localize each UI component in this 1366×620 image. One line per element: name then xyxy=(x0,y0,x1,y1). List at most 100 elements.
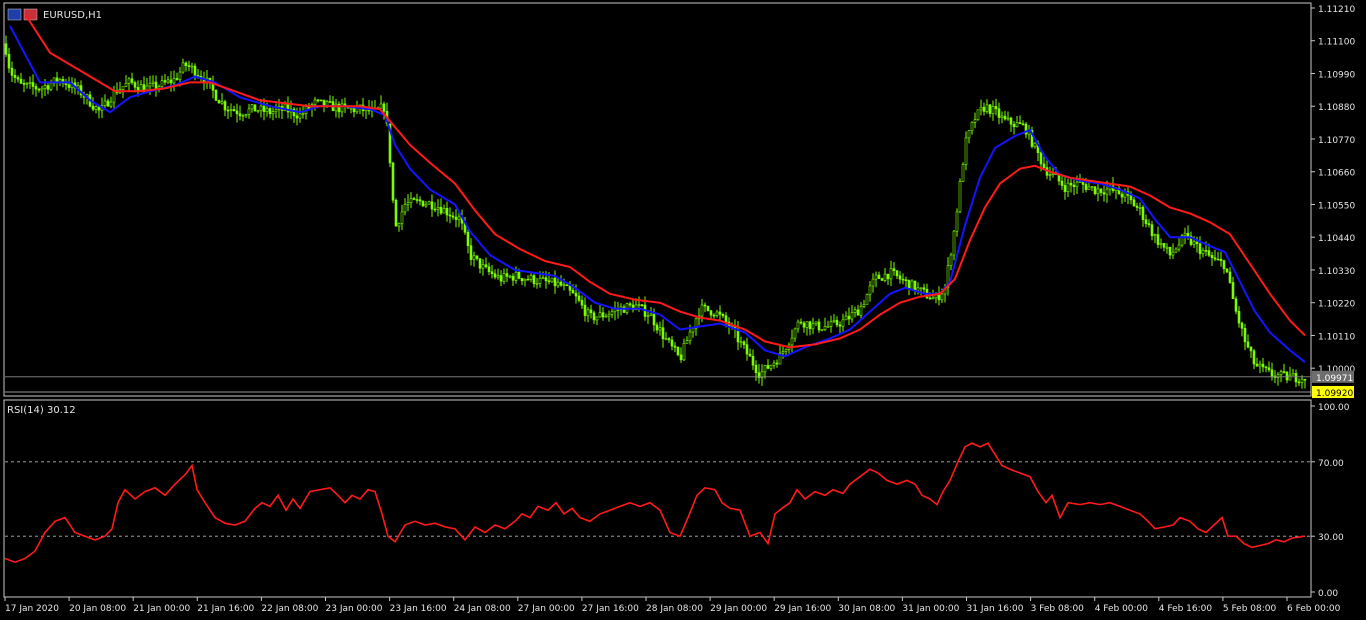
candle xyxy=(1066,178,1070,197)
time-tick-label: 21 Jan 00:00 xyxy=(133,604,190,614)
price-tick-label: 1.10770 xyxy=(1318,136,1355,146)
price-tick-label: 1.10110 xyxy=(1318,332,1355,342)
price-tags: 1.09971 1.09920 xyxy=(5,370,1354,399)
rsi-label: RSI(14) 30.12 xyxy=(7,405,76,416)
candle xyxy=(316,98,320,103)
candle xyxy=(592,310,596,324)
candle xyxy=(13,69,17,84)
price-axis: 1.11210 1.11100 1.10990 1.10880 1.10770 1.106… xyxy=(1311,5,1355,375)
candle xyxy=(853,306,857,318)
candle xyxy=(736,320,740,351)
time-tick-label: 3 Feb 08:00 xyxy=(1031,604,1085,614)
candle xyxy=(1069,177,1073,193)
candle xyxy=(235,103,239,123)
candle xyxy=(331,95,335,112)
candle xyxy=(703,302,707,313)
candle xyxy=(790,329,794,353)
candle xyxy=(190,62,194,74)
candle xyxy=(748,348,752,357)
candle xyxy=(766,359,770,370)
candle xyxy=(814,321,818,326)
candle xyxy=(478,258,482,274)
candle xyxy=(658,321,662,336)
candle xyxy=(475,255,479,261)
candle xyxy=(1246,334,1250,349)
candle xyxy=(511,273,515,286)
candle xyxy=(31,74,35,95)
candle xyxy=(1294,369,1298,388)
time-tick-label: 28 Jan 08:00 xyxy=(646,604,703,614)
candle xyxy=(79,80,83,99)
candle xyxy=(34,83,38,97)
time-tick-label: 27 Jan 16:00 xyxy=(582,604,639,614)
candle xyxy=(946,257,950,296)
rsi-tick-label: 70.00 xyxy=(1318,459,1344,469)
candle xyxy=(877,271,881,279)
candle xyxy=(847,307,851,325)
candle xyxy=(1198,236,1202,260)
candle xyxy=(607,310,611,322)
time-tick-label: 4 Feb 00:00 xyxy=(1095,604,1149,614)
candle xyxy=(55,71,59,91)
candle xyxy=(154,75,158,97)
candle xyxy=(1162,243,1166,252)
candle xyxy=(1156,226,1160,249)
candle xyxy=(1303,378,1307,389)
candle xyxy=(691,327,695,338)
candle xyxy=(1000,111,1004,124)
candle xyxy=(1258,360,1262,374)
candle xyxy=(448,207,452,224)
rsi-pane-frame xyxy=(3,399,1312,598)
candle xyxy=(490,264,494,279)
candle xyxy=(889,260,893,287)
candle xyxy=(898,271,902,284)
candle xyxy=(1159,238,1163,249)
candle xyxy=(586,307,590,323)
candle xyxy=(991,100,995,121)
candle xyxy=(1180,233,1184,248)
time-tick-label: 23 Jan 00:00 xyxy=(326,604,383,614)
grid-layer xyxy=(5,461,1310,537)
candle xyxy=(247,103,251,119)
candle xyxy=(481,259,485,276)
eu-flag-icon xyxy=(7,8,22,21)
candle xyxy=(1252,349,1256,370)
candle xyxy=(850,305,854,323)
candle xyxy=(1264,365,1268,373)
candle xyxy=(985,99,989,114)
candle xyxy=(523,278,527,287)
candle xyxy=(430,194,434,217)
candle xyxy=(589,304,593,319)
chart-root: EURUSD,H1 RSI(14) 30.12 1.112101.111001.… xyxy=(3,2,1355,614)
candle xyxy=(1141,205,1145,227)
candle xyxy=(676,346,680,357)
candle xyxy=(1102,184,1106,202)
candle xyxy=(526,275,530,281)
candle xyxy=(844,311,848,321)
candle xyxy=(1096,182,1100,202)
candle xyxy=(496,268,500,280)
candle xyxy=(871,273,875,293)
candle xyxy=(1015,115,1019,128)
candle xyxy=(988,104,992,118)
candle xyxy=(775,359,779,368)
candle xyxy=(1183,227,1187,245)
candle xyxy=(760,364,764,386)
candle xyxy=(232,105,236,112)
candle xyxy=(229,103,233,118)
candle xyxy=(769,364,773,372)
candle xyxy=(127,77,131,93)
candle xyxy=(1240,321,1244,337)
candle xyxy=(295,107,299,126)
candle xyxy=(22,79,26,93)
candle xyxy=(1132,196,1136,207)
time-tick-label: 31 Jan 00:00 xyxy=(902,604,959,614)
time-tick-label: 29 Jan 00:00 xyxy=(710,604,767,614)
time-tick-label: 5 Feb 08:00 xyxy=(1223,604,1277,614)
candle xyxy=(979,99,983,116)
candle xyxy=(334,98,338,118)
candle xyxy=(793,327,797,342)
candle xyxy=(274,103,278,119)
candle xyxy=(493,269,497,280)
candle xyxy=(670,336,674,351)
